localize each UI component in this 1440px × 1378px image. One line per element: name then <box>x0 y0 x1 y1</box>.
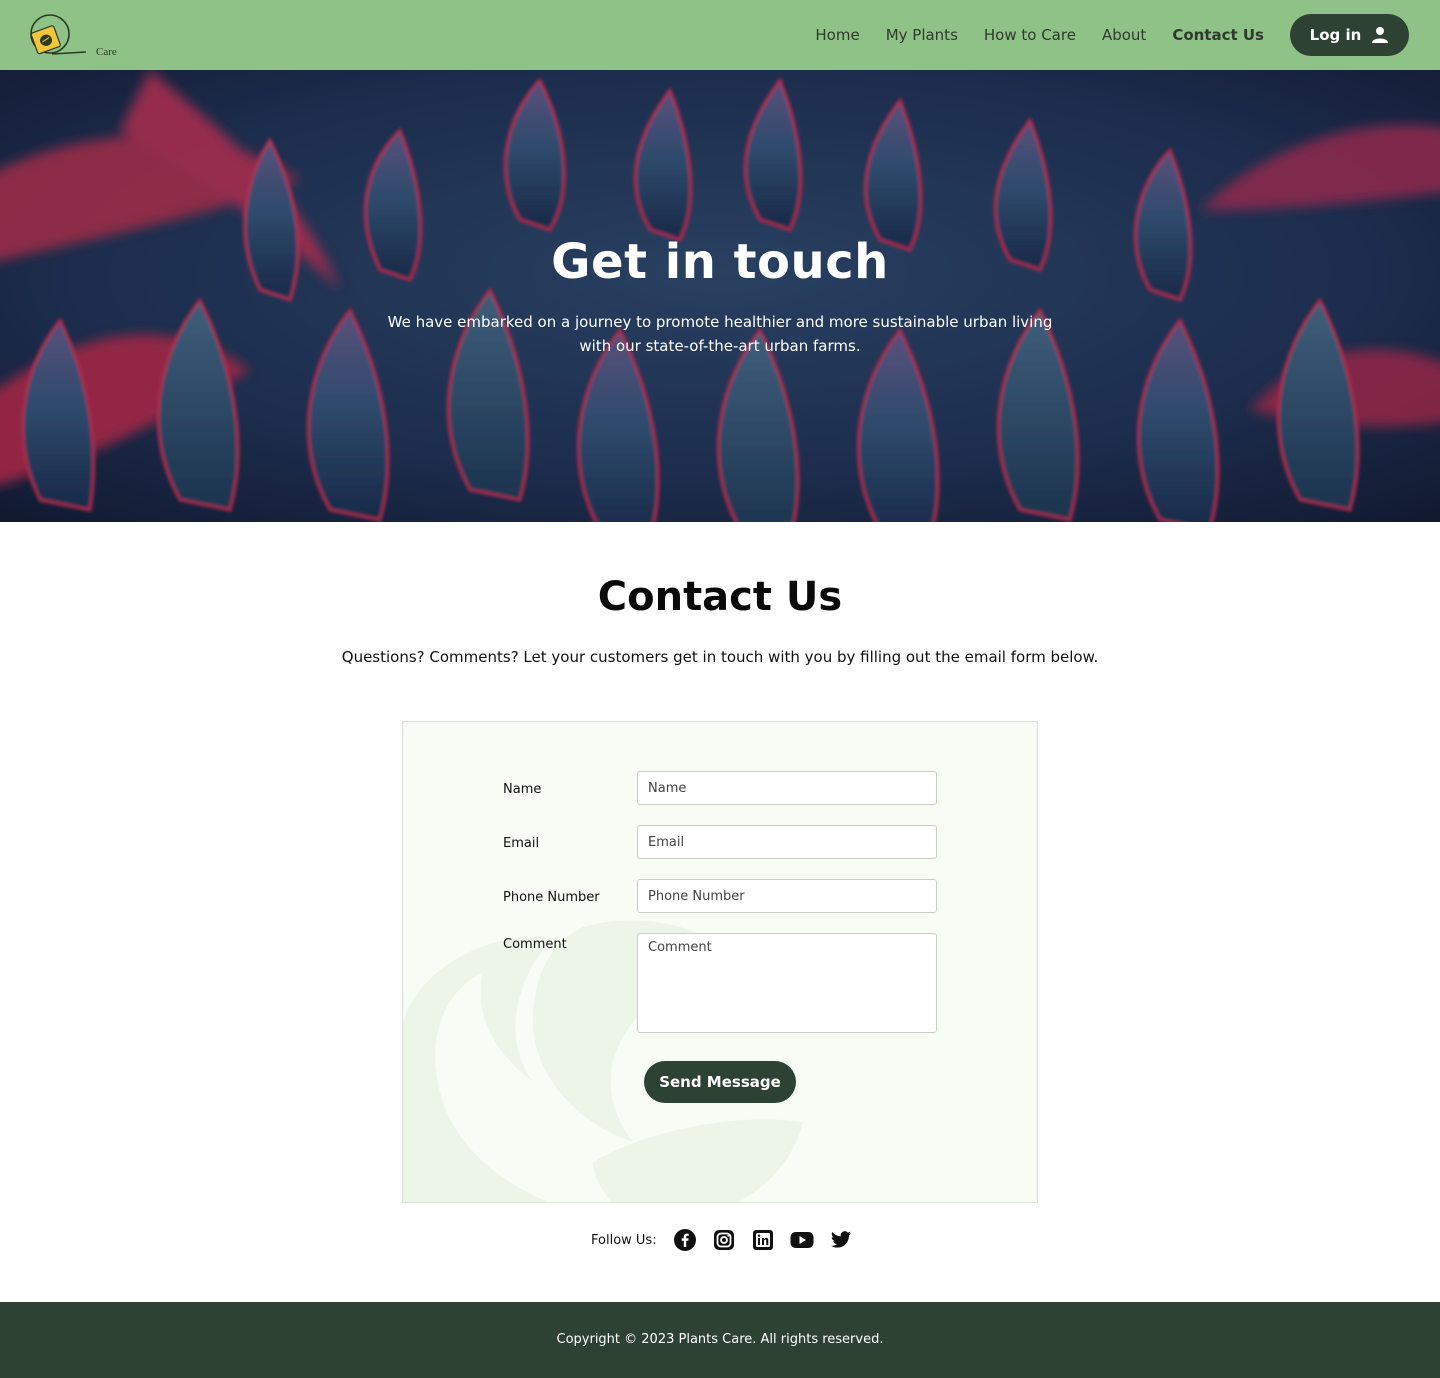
twitter-icon[interactable] <box>829 1228 853 1252</box>
main-nav: Home My Plants How to Care About Contact… <box>815 0 1264 70</box>
nav-link-home[interactable]: Home <box>815 26 859 44</box>
leaf-logo-icon <box>30 14 87 55</box>
login-button[interactable]: Log in <box>1290 14 1409 56</box>
name-label: Name <box>503 782 542 797</box>
follow-label: Follow Us: <box>591 1232 657 1248</box>
follow-us-bar: Follow Us: <box>591 1226 868 1254</box>
comment-textarea[interactable] <box>637 933 937 1033</box>
copyright-text: Copyright © 2023 Plants Care. All rights… <box>556 1332 884 1347</box>
youtube-icon[interactable] <box>790 1228 814 1252</box>
name-input[interactable] <box>637 771 937 805</box>
login-label: Log in <box>1309 26 1362 44</box>
nav-link-how-to-care[interactable]: How to Care <box>984 26 1076 44</box>
send-message-button[interactable]: Send Message <box>644 1061 796 1103</box>
logo-text: Care <box>96 46 117 58</box>
instagram-icon[interactable] <box>712 1228 736 1252</box>
hero-title: Get in touch <box>551 234 889 290</box>
hero-banner: Get in touch We have embarked on a journ… <box>0 70 1440 522</box>
site-footer: Copyright © 2023 Plants Care. All rights… <box>0 1302 1440 1378</box>
phone-input[interactable] <box>637 879 937 913</box>
comment-label: Comment <box>503 937 567 952</box>
contact-subtitle: Questions? Comments? Let your customers … <box>341 648 1099 666</box>
nav-link-contact-us[interactable]: Contact Us <box>1172 26 1264 44</box>
nav-link-about[interactable]: About <box>1102 26 1146 44</box>
top-navbar: Care Home My Plants How to Care About Co… <box>0 0 1440 70</box>
phone-label: Phone Number <box>503 890 600 905</box>
facebook-icon[interactable] <box>673 1228 697 1252</box>
contact-form: Name Email Phone Number Comment Send Mes… <box>402 721 1038 1203</box>
linkedin-icon[interactable] <box>751 1228 775 1252</box>
succulent-background-image <box>0 70 1440 522</box>
nav-link-my-plants[interactable]: My Plants <box>886 26 958 44</box>
email-label: Email <box>503 836 540 851</box>
email-input[interactable] <box>637 825 937 859</box>
contact-title: Contact Us <box>597 574 843 620</box>
hero-subtitle: We have embarked on a journey to promote… <box>387 313 1053 355</box>
user-icon <box>1372 27 1389 43</box>
plants-care-logo[interactable]: Care <box>28 10 117 60</box>
